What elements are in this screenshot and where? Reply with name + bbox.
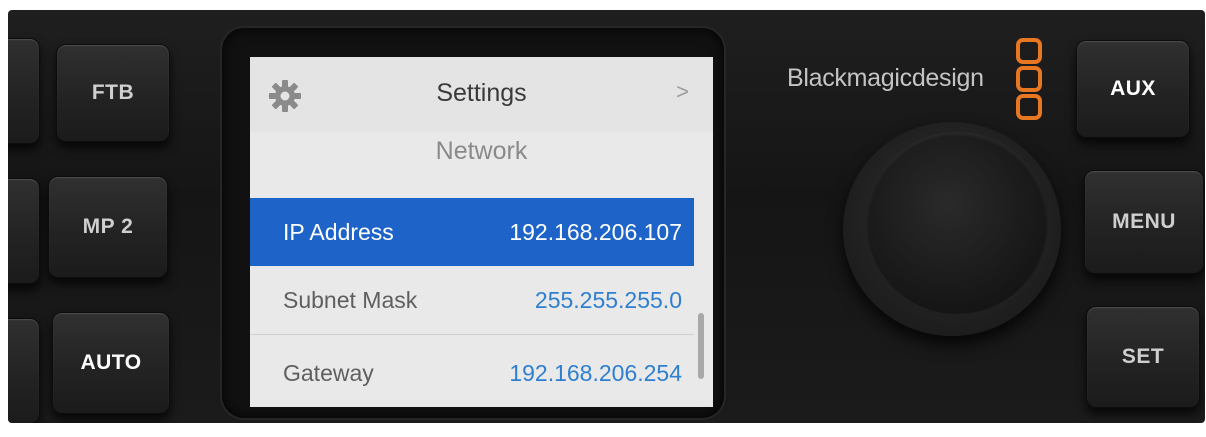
setting-value: 192.168.206.107	[509, 218, 682, 245]
chevron-right-icon[interactable]: >	[676, 79, 689, 105]
partial-left-button-middle[interactable]	[8, 178, 40, 284]
mp2-button[interactable]: MP 2	[48, 176, 168, 278]
row-divider	[250, 334, 694, 335]
setting-value: 255.255.255.0	[534, 286, 682, 313]
brand-logo-icon	[1016, 38, 1042, 120]
setting-label: IP Address	[283, 218, 394, 245]
brand-logo-text: Blackmagicdesign	[787, 64, 984, 92]
ftb-button[interactable]: FTB	[56, 44, 170, 142]
setting-row-subnet-mask[interactable]: Subnet Mask 255.255.255.0	[250, 266, 694, 334]
setting-value: 192.168.206.254	[509, 359, 682, 386]
auto-button[interactable]: AUTO	[52, 312, 170, 414]
setting-label: Gateway	[283, 359, 374, 386]
mp2-button-label: MP 2	[82, 215, 134, 238]
jog-knob[interactable]	[866, 132, 1048, 314]
menu-button-label: MENU	[1112, 210, 1176, 233]
lcd-screen: Settings > Network IP Address 192.168.20…	[250, 57, 713, 407]
partial-left-button-top[interactable]	[8, 38, 40, 144]
setting-row-ip-address[interactable]: IP Address 192.168.206.107	[250, 198, 694, 266]
ftb-button-label: FTB	[91, 81, 135, 104]
setting-label: Subnet Mask	[283, 286, 418, 313]
section-title: Network	[435, 137, 528, 165]
partial-left-button-bottom[interactable]	[8, 318, 40, 423]
aux-button-label: AUX	[1110, 77, 1156, 100]
scrollbar-thumb[interactable]	[698, 313, 704, 379]
screen-header: Settings >	[250, 57, 713, 132]
set-button[interactable]: SET	[1086, 306, 1200, 408]
screen-title: Settings	[436, 79, 527, 107]
set-button-label: SET	[1121, 345, 1165, 368]
menu-button[interactable]: MENU	[1084, 170, 1204, 274]
auto-button-label: AUTO	[80, 351, 142, 374]
aux-button[interactable]: AUX	[1076, 40, 1190, 138]
setting-row-gateway[interactable]: Gateway 192.168.206.254	[250, 339, 694, 407]
